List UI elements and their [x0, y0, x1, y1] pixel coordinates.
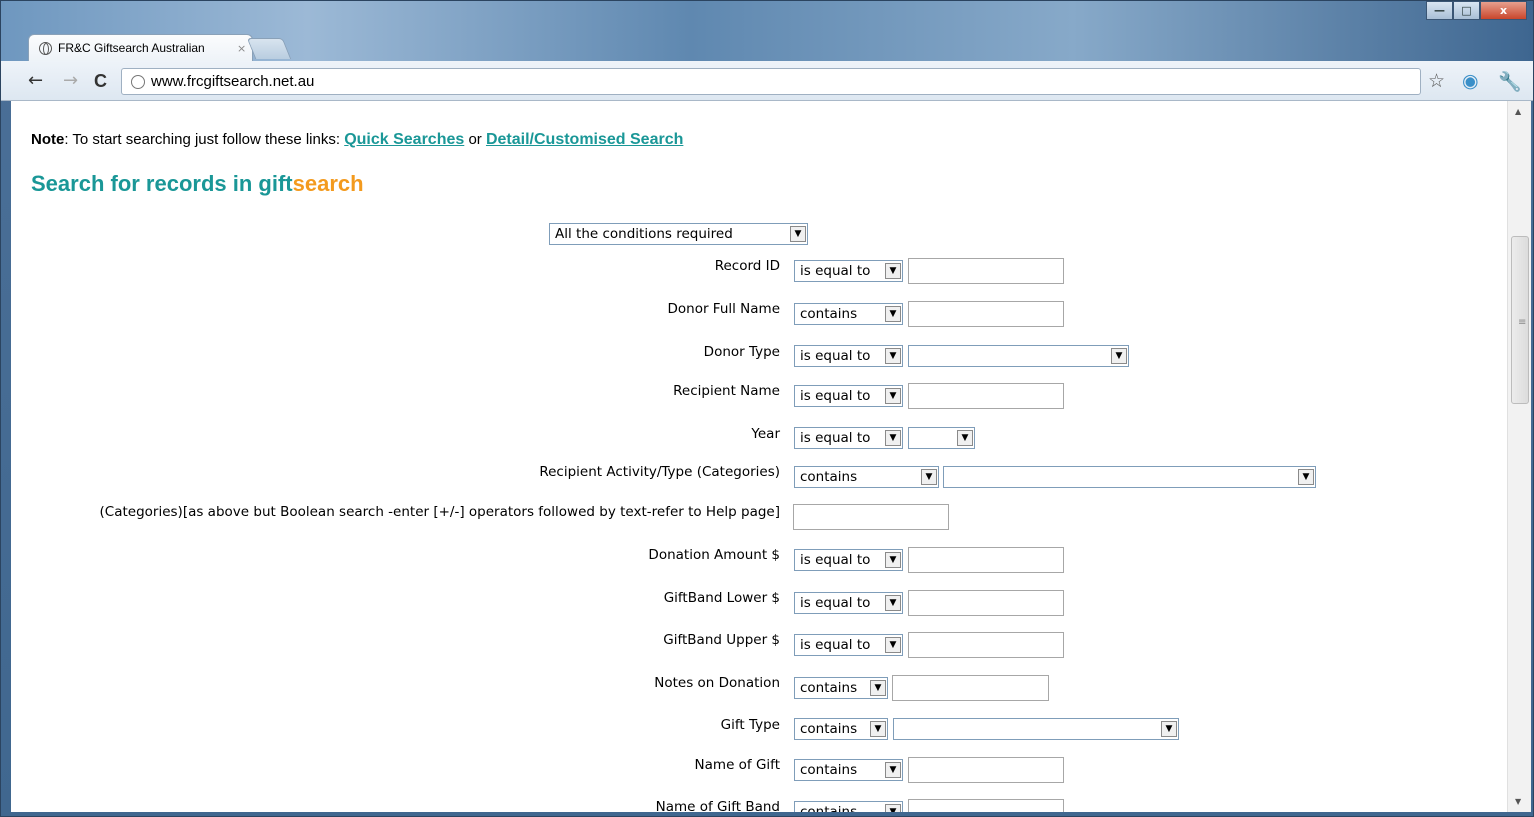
- operator-recipient-name[interactable]: is equal to ▼: [794, 385, 903, 407]
- label-giftband-lower: GiftBand Lower $: [663, 590, 780, 606]
- chevron-down-icon: ▼: [885, 552, 901, 568]
- scrollbar-thumb[interactable]: ≡: [1511, 236, 1529, 404]
- chevron-down-icon: ▼: [885, 348, 901, 364]
- operator-donor-full-name[interactable]: contains ▼: [794, 303, 903, 325]
- globe-icon: [39, 41, 52, 55]
- page-scrollbar[interactable]: ▲ ≡ ▼: [1507, 101, 1531, 812]
- value-gift-type[interactable]: ▼: [893, 718, 1179, 740]
- operator-year[interactable]: is equal to ▼: [794, 427, 903, 449]
- chevron-down-icon: ▼: [921, 469, 937, 485]
- chevron-down-icon: ▼: [870, 721, 886, 737]
- browser-tab[interactable]: FR&C Giftsearch Australian ×: [28, 34, 253, 61]
- grip-icon: ≡: [1518, 317, 1527, 328]
- browser-window: FR&C Giftsearch Australian × — □ x ← → C…: [0, 0, 1534, 817]
- extension-icon[interactable]: ◉: [1462, 70, 1479, 92]
- tab-close-icon[interactable]: ×: [237, 42, 246, 55]
- operator-donation-amount[interactable]: is equal to ▼: [794, 549, 903, 571]
- chevron-down-icon: ▼: [885, 637, 901, 653]
- label-donation-amount: Donation Amount $: [648, 547, 780, 563]
- globe-icon: [131, 74, 145, 89]
- detail-search-link[interactable]: Detail/Customised Search: [486, 131, 683, 148]
- page-title: Search for records in giftsearch: [31, 171, 364, 197]
- label-donor-full-name: Donor Full Name: [667, 301, 780, 317]
- tab-title: FR&C Giftsearch Australian: [58, 41, 205, 55]
- input-donation-amount[interactable]: [908, 547, 1064, 573]
- reload-icon[interactable]: C: [94, 71, 107, 91]
- label-giftband-upper: GiftBand Upper $: [663, 632, 780, 648]
- input-record-id[interactable]: [908, 258, 1064, 284]
- background-bookmarks: [321, 25, 881, 39]
- operator-name-of-gift[interactable]: contains ▼: [794, 759, 903, 781]
- input-name-of-gift-band[interactable]: [908, 799, 1064, 812]
- note-text: : To start searching just follow these l…: [64, 131, 345, 148]
- input-recipient-name[interactable]: [908, 383, 1064, 409]
- operator-recipient-activity[interactable]: contains ▼: [794, 466, 939, 488]
- heading-part1: Search for records in gift: [31, 171, 293, 196]
- chevron-down-icon: ▼: [885, 388, 901, 404]
- maximize-button[interactable]: □: [1453, 1, 1480, 20]
- label-gift-type: Gift Type: [720, 717, 780, 733]
- note-or: or: [464, 131, 486, 148]
- url-text: www.frcgiftsearch.net.au: [151, 73, 315, 90]
- chevron-down-icon: ▼: [885, 595, 901, 611]
- scroll-down-icon[interactable]: ▼: [1515, 797, 1521, 806]
- label-name-of-gift-band: Name of Gift Band: [655, 799, 780, 812]
- input-name-of-gift[interactable]: [908, 757, 1064, 783]
- window-controls: — □ x: [1426, 1, 1527, 20]
- note-label: Note: [31, 131, 65, 148]
- chevron-down-icon: ▼: [1161, 721, 1177, 737]
- quick-searches-link[interactable]: Quick Searches: [344, 131, 464, 148]
- chevron-down-icon: ▼: [1111, 348, 1127, 364]
- page-content: Note: To start searching just follow the…: [11, 101, 1507, 812]
- input-giftband-lower[interactable]: [908, 590, 1064, 616]
- value-donor-type[interactable]: ▼: [908, 345, 1129, 367]
- input-categories-boolean[interactable]: [793, 504, 949, 530]
- close-button[interactable]: x: [1480, 1, 1527, 20]
- chevron-down-icon: ▼: [885, 306, 901, 322]
- chevron-down-icon: ▼: [957, 430, 973, 446]
- conditions-select[interactable]: All the conditions required ▼: [549, 223, 808, 245]
- value-year[interactable]: ▼: [908, 427, 975, 449]
- chevron-down-icon: ▼: [885, 804, 901, 812]
- operator-donor-type[interactable]: is equal to ▼: [794, 345, 903, 367]
- conditions-select-value: All the conditions required: [555, 226, 733, 242]
- input-giftband-upper[interactable]: [908, 632, 1064, 658]
- input-notes-on-donation[interactable]: [892, 675, 1049, 701]
- operator-giftband-upper[interactable]: is equal to ▼: [794, 634, 903, 656]
- operator-giftband-lower[interactable]: is equal to ▼: [794, 592, 903, 614]
- label-categories-boolean: (Categories)[as above but Boolean search…: [99, 504, 780, 520]
- star-icon[interactable]: ☆: [1428, 70, 1445, 92]
- minimize-button[interactable]: —: [1426, 1, 1453, 20]
- operator-name-of-gift-band[interactable]: contains ▼: [794, 801, 903, 812]
- label-recipient-activity: Recipient Activity/Type (Categories): [539, 464, 780, 480]
- back-icon[interactable]: ←: [28, 71, 43, 91]
- label-recipient-name: Recipient Name: [673, 383, 780, 399]
- heading-part2: search: [292, 171, 364, 196]
- search-note: Note: To start searching just follow the…: [31, 131, 683, 149]
- value-recipient-activity[interactable]: ▼: [943, 466, 1316, 488]
- label-record-id: Record ID: [714, 258, 780, 274]
- label-donor-type: Donor Type: [703, 344, 780, 360]
- scroll-up-icon[interactable]: ▲: [1515, 107, 1521, 116]
- operator-notes-on-donation[interactable]: contains ▼: [794, 677, 888, 699]
- label-notes-on-donation: Notes on Donation: [654, 675, 780, 691]
- label-name-of-gift: Name of Gift: [694, 757, 780, 773]
- chevron-down-icon: ▼: [885, 430, 901, 446]
- operator-record-id[interactable]: is equal to ▼: [794, 260, 903, 282]
- address-bar[interactable]: www.frcgiftsearch.net.au: [121, 68, 1421, 95]
- chevron-down-icon: ▼: [885, 762, 901, 778]
- input-donor-full-name[interactable]: [908, 301, 1064, 327]
- chevron-down-icon: ▼: [870, 680, 886, 696]
- wrench-icon[interactable]: 🔧: [1498, 70, 1522, 93]
- operator-gift-type[interactable]: contains ▼: [794, 718, 888, 740]
- chevron-down-icon: ▼: [790, 226, 806, 242]
- label-year: Year: [751, 426, 780, 442]
- chevron-down-icon: ▼: [1298, 469, 1314, 485]
- browser-toolbar: ← → C www.frcgiftsearch.net.au ☆ ◉ 🔧: [1, 61, 1533, 101]
- forward-icon[interactable]: →: [63, 71, 78, 91]
- chevron-down-icon: ▼: [885, 263, 901, 279]
